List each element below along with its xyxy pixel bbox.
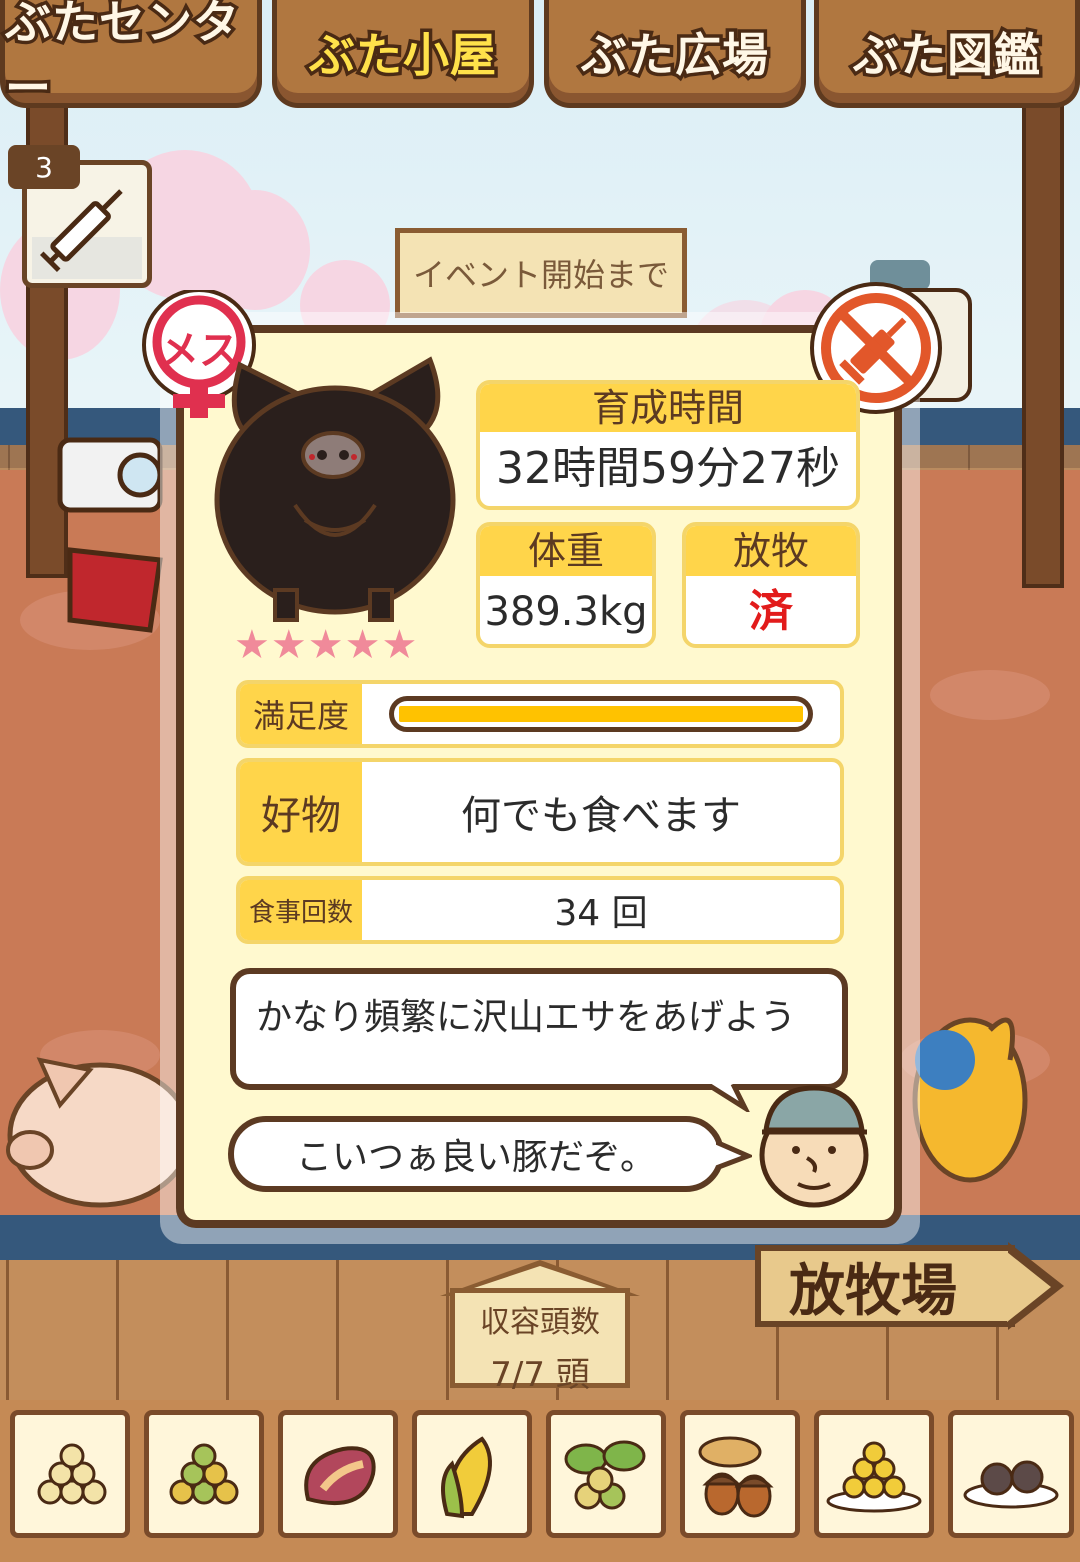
food-slot-acorns[interactable] [680,1410,800,1538]
tab-label: ぶた図鑑 [850,24,1044,85]
background-pig-icon [6,1057,180,1208]
tab-label: ぶた広場 [578,24,772,85]
comment-bubble: こいつぁ良い豚だぞ。 [228,1116,724,1192]
weight-value: 389.3kg [484,589,648,635]
advice-bubble-tail [705,1084,750,1112]
farmer-icon [759,1085,869,1208]
capacity-label: 収容頭数 [480,1305,600,1340]
background-samurai-icon [57,437,163,633]
satisfaction-row: 満足度 [236,680,844,748]
grazing-label: 放牧 [686,526,856,576]
advice-text: かなり頻繁に沢山エサをあげよう [256,997,797,1038]
satisfaction-label: 満足度 [240,684,362,744]
pasture-button-label: 放牧場 [789,1258,957,1324]
corn-icon [441,1436,492,1519]
meal-count-row: 食事回数 34 回 [236,876,844,944]
event-countdown-sign: イベント開始まで [395,228,687,318]
favorite-food-row: 好物 何でも食べます [236,758,844,866]
favorite-food-value: 何でも食べます [461,793,741,839]
meal-count-label: 食事回数 [240,880,362,940]
satisfaction-bar [389,696,813,732]
sweet-potato-icon [304,1446,376,1506]
satisfaction-meter-wrap [362,684,840,744]
weight-box: 体重 389.3kg [476,522,656,648]
fence-post-right [1022,100,1064,588]
background-bird-icon [912,1017,1028,1183]
capacity-sign: 収容頭数 7/7 頭 [450,1288,630,1395]
vegetables-icon [564,1440,646,1510]
food-slot-mixed[interactable] [144,1410,264,1538]
tab-buta-koya[interactable]: ぶた小屋 [272,0,534,108]
growth-time-label: 育成時間 [480,384,856,432]
acorn-icon [698,1436,774,1518]
growth-time-box: 育成時間 32時間59分27秒 [476,380,860,510]
item-count-badge: 3 [8,145,80,189]
tab-buta-hiroba[interactable]: ぶた広場 [544,0,806,108]
pasture-button[interactable]: 放牧場 [755,1245,1015,1327]
grazing-box: 放牧 済 [682,522,860,648]
capacity-value: 7/7 頭 [490,1355,590,1395]
growth-time-value: 32時間59分27秒 [496,443,840,494]
food-slot-beans[interactable] [10,1410,130,1538]
food-slot-sweet-potato[interactable] [278,1410,398,1538]
tab-label: ぶた小屋 [306,24,500,85]
favorite-food-label: 好物 [240,762,362,862]
tab-buta-center[interactable]: ぶたセンター [0,0,262,118]
bean-feed-icon [37,1443,107,1505]
satisfaction-bar-fill [399,706,803,722]
meal-count-value: 34 回 [554,893,648,934]
weight-label: 体重 [480,526,652,576]
food-slot-corn[interactable] [412,1410,532,1538]
food-slot-premium[interactable] [814,1410,934,1538]
food-slot-vegetables[interactable] [546,1410,666,1538]
comment-text: こいつぁ良い豚だぞ。 [295,1137,656,1178]
star-rating: ★★★★★ [234,622,419,668]
grazing-value: 済 [749,586,793,637]
pig-portrait-icon [214,356,456,622]
mixed-feed-icon [169,1443,239,1505]
tab-buta-zukan[interactable]: ぶた図鑑 [814,0,1080,108]
comment-bubble-tail [716,1139,752,1171]
advice-bubble: かなり頻繁に沢山エサをあげよう [230,968,848,1090]
tab-label: ぶたセンター [2,0,243,118]
food-slot-truffles[interactable] [948,1410,1074,1538]
pasture-button-arrow-inner [1007,1252,1051,1322]
premium-feed-icon [826,1441,922,1513]
truffle-icon [963,1460,1059,1509]
